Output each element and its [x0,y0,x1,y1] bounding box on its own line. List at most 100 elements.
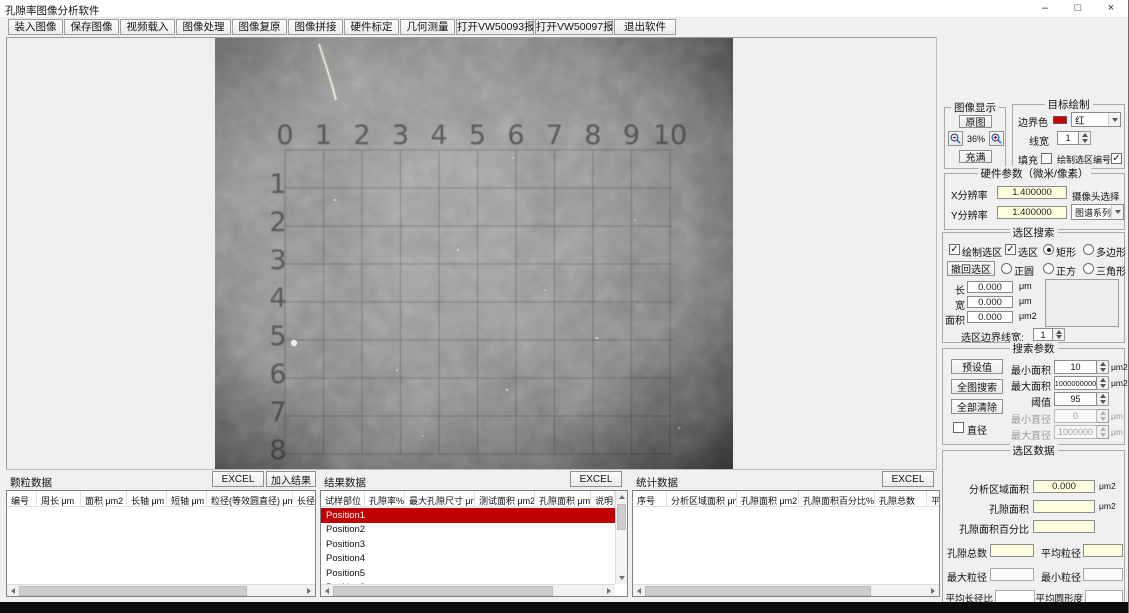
step-down[interactable] [1097,399,1108,405]
column-header[interactable]: 面积 μm2 [81,491,127,506]
column-header[interactable]: 短轴 μm [167,491,207,506]
scroll-right-icon[interactable] [927,585,939,596]
table-row[interactable]: Position1 [321,508,615,523]
result-excel-button[interactable]: EXCEL [570,471,622,487]
close-button[interactable]: × [1103,1,1119,17]
undo-region-button[interactable]: 撤回选区 [947,261,995,276]
step-down[interactable] [1097,383,1108,389]
exit-button[interactable]: 退出软件 [614,19,676,35]
draw-region-checkbox[interactable] [949,244,960,255]
draw-region-number-checkbox[interactable] [1111,153,1122,164]
threshold-stepper[interactable]: 95 [1054,392,1109,406]
square-radio[interactable] [1043,263,1054,274]
column-header[interactable]: 分析区域面积 μm2 [667,491,737,506]
particle-h-scrollbar[interactable] [7,584,315,596]
table-row[interactable]: Position3 [321,537,615,552]
search-all-button[interactable]: 全图搜索 [951,379,1003,394]
preset-button[interactable]: 预设值 [951,359,1003,374]
maximize-button[interactable]: □ [1070,1,1086,17]
table-row[interactable]: Position5 [321,566,615,581]
save-image-button[interactable]: 保存图像 [64,19,119,35]
rect-radio[interactable] [1043,244,1054,255]
particle-table[interactable]: 编号 周长 μm 面积 μm2 长轴 μm 短轴 μm 粒径(等效圆直径) μm… [6,490,316,597]
scrollbar-thumb[interactable] [645,586,871,596]
step-down[interactable] [1079,138,1090,144]
scroll-left-icon[interactable] [633,585,645,596]
vw50097-report-button[interactable]: 打开VW50097报告 [535,19,613,35]
region-checkbox[interactable] [1005,244,1016,255]
column-header[interactable]: 周长 μm [37,491,81,506]
group-title: 选区数据 [1010,443,1058,458]
boundary-color-swatch[interactable] [1053,116,1067,124]
column-header[interactable]: 试样部位 [321,491,365,506]
scroll-down-icon[interactable] [616,572,627,584]
line-width-stepper[interactable]: 1 [1057,131,1091,145]
stats-excel-button[interactable]: EXCEL [882,471,934,487]
x-resolution-field[interactable]: 1.400000 [997,186,1067,199]
scroll-right-icon[interactable] [603,585,615,596]
scrollbar-thumb[interactable] [333,586,553,596]
column-header[interactable]: 编号 [7,491,37,506]
add-result-button[interactable]: 加入结果 [266,471,316,487]
result-h-scrollbar[interactable] [321,584,615,596]
hw-calibrate-button[interactable]: 硬件标定 [344,19,399,35]
load-image-button[interactable]: 装入图像 [8,19,63,35]
max-diameter-label: 最大粒径 [943,569,987,584]
y-resolution-field[interactable]: 1.400000 [997,206,1067,219]
vw50093-report-button[interactable]: 打开VW50093报告 [456,19,534,35]
zoom-out-button[interactable] [948,131,963,146]
scrollbar-thumb[interactable] [617,504,626,530]
step-down[interactable] [1097,367,1108,373]
microscope-image[interactable]: 0 1 2 3 4 5 6 7 8 9 10 1 2 3 4 5 6 [215,38,733,469]
camera-select[interactable]: 图谱系列摄 [1071,204,1124,220]
region-border-width-stepper[interactable]: 1 [1033,328,1065,341]
scroll-right-icon[interactable] [303,585,315,596]
max-area-stepper[interactable]: 1000000000 [1054,376,1109,390]
image-stitch-button[interactable]: 图像拼接 [288,19,343,35]
original-size-button[interactable]: 原图 [959,115,992,128]
geometry-button[interactable]: 几何测量 [400,19,455,35]
column-header[interactable]: 孔隙面积 μm2 [535,491,591,506]
boundary-color-select[interactable]: 红 [1071,112,1121,127]
table-row[interactable]: Position4 [321,552,615,567]
column-header[interactable]: 长径比 [293,491,315,506]
image-restore-button[interactable]: 图像复原 [232,19,287,35]
step-down[interactable] [1053,335,1064,341]
polygon-radio[interactable] [1083,244,1094,255]
column-header[interactable]: 说明 [591,491,615,506]
scrollbar-thumb[interactable] [19,586,247,596]
scroll-left-icon[interactable] [321,585,333,596]
particle-excel-button[interactable]: EXCEL [212,471,264,487]
table-row[interactable]: Position2 [321,523,615,538]
column-header[interactable]: 平均 [927,491,939,506]
scroll-left-icon[interactable] [7,585,19,596]
column-header[interactable]: 孔隙面积百分比% [799,491,875,506]
fill-checkbox[interactable] [1041,153,1052,164]
diameter-checkbox[interactable] [953,422,964,433]
column-header[interactable]: 长轴 μm [127,491,167,506]
zoom-in-button[interactable] [989,131,1004,146]
min-area-stepper[interactable]: 10 [1054,360,1109,374]
clear-all-button[interactable]: 全部清除 [951,399,1003,414]
stats-h-scrollbar[interactable] [633,584,939,596]
image-process-button[interactable]: 图像处理 [176,19,231,35]
column-header[interactable]: 序号 [633,491,667,506]
result-table[interactable]: 试样部位 孔隙率% 最大孔隙尺寸 μm 测试面积 μm2 孔隙面积 μm2 说明… [320,490,628,597]
minimize-button[interactable]: – [1037,1,1053,17]
stats-table[interactable]: 序号 分析区域面积 μm2 孔隙面积 μm2 孔隙面积百分比% 孔隙总数 平均 [632,490,940,597]
column-header[interactable]: 最大孔隙尺寸 μm [405,491,475,506]
column-header[interactable]: 测试面积 μm2 [475,491,535,506]
column-header[interactable]: 孔隙率% [365,491,405,506]
window-title: 孔隙率图像分析软件 [5,3,100,18]
scroll-up-icon[interactable] [616,491,627,503]
column-header[interactable]: 孔隙面积 μm2 [737,491,799,506]
circle-radio[interactable] [1001,263,1012,274]
triangle-radio[interactable] [1083,263,1094,274]
column-header[interactable]: 粒径(等效圆直径) μm [207,491,293,506]
video-load-button[interactable]: 视频载入 [120,19,175,35]
result-v-scrollbar[interactable] [615,491,627,584]
image-canvas[interactable]: 0 1 2 3 4 5 6 7 8 9 10 1 2 3 4 5 6 [6,37,937,470]
fit-view-button[interactable]: 充满 [959,150,992,163]
column-header[interactable]: 孔隙总数 [875,491,927,506]
app-window: 孔隙率图像分析软件 – □ × 装入图像 保存图像 视频载入 图像处理 图像复原… [0,0,1129,613]
